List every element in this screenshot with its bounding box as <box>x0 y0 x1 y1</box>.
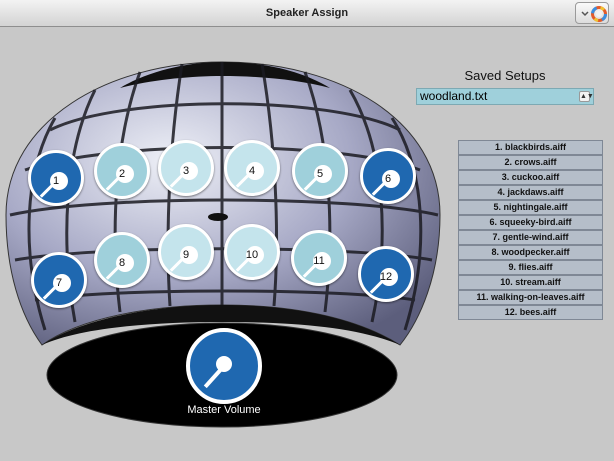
file-item-6[interactable]: 6. squeeky-bird.aiff <box>458 215 603 230</box>
speaker-number: 6 <box>384 173 392 185</box>
speaker-number: 4 <box>248 165 256 177</box>
stepper-arrows-icon: ▲▼ <box>579 91 594 102</box>
speaker-knob-2[interactable]: 2 <box>94 143 150 199</box>
file-item-9[interactable]: 9. flies.aiff <box>458 260 603 275</box>
file-item-4[interactable]: 4. jackdaws.aiff <box>458 185 603 200</box>
saved-setups-selected: woodland.txt <box>420 89 488 103</box>
speaker-knob-7[interactable]: 7 <box>31 252 87 308</box>
speaker-knob-4[interactable]: 4 <box>224 140 280 196</box>
file-item-1[interactable]: 1. blackbirds.aiff <box>458 140 603 155</box>
speaker-number: 9 <box>182 249 190 261</box>
speaker-knob-5[interactable]: 5 <box>292 143 348 199</box>
file-item-3[interactable]: 3. cuckoo.aiff <box>458 170 603 185</box>
sound-file-list: 1. blackbirds.aiff 2. crows.aiff 3. cuck… <box>458 140 603 320</box>
speaker-knob-8[interactable]: 8 <box>94 232 150 288</box>
file-item-12[interactable]: 12. bees.aiff <box>458 305 603 320</box>
speaker-number: 2 <box>118 168 126 180</box>
saved-setups-title: Saved Setups <box>464 68 546 83</box>
saved-setups-dropdown[interactable]: woodland.txt ▲▼ <box>416 88 594 105</box>
file-item-5[interactable]: 5. nightingale.aiff <box>458 200 603 215</box>
speaker-number: 11 <box>313 255 325 267</box>
file-item-10[interactable]: 10. stream.aiff <box>458 275 603 290</box>
file-item-7[interactable]: 7. gentle-wind.aiff <box>458 230 603 245</box>
master-volume-label: Master Volume <box>187 404 261 416</box>
speaker-number: 12 <box>379 271 393 283</box>
master-volume-knob[interactable] <box>186 328 262 404</box>
speaker-number: 3 <box>182 165 190 177</box>
speaker-number: 7 <box>55 277 63 289</box>
file-item-2[interactable]: 2. crows.aiff <box>458 155 603 170</box>
speaker-knob-9[interactable]: 9 <box>158 224 214 280</box>
speaker-number: 5 <box>316 168 324 180</box>
file-item-8[interactable]: 8. woodpecker.aiff <box>458 245 603 260</box>
speaker-knob-1[interactable]: 1 <box>28 150 84 206</box>
speaker-knob-6[interactable]: 6 <box>360 148 416 204</box>
knob-hub <box>216 356 232 372</box>
speaker-knob-11[interactable]: 11 <box>291 230 347 286</box>
speaker-knob-10[interactable]: 10 <box>224 224 280 280</box>
speaker-number: 10 <box>245 249 259 261</box>
speaker-knob-3[interactable]: 3 <box>158 140 214 196</box>
speaker-number: 8 <box>118 257 126 269</box>
speaker-knob-12[interactable]: 12 <box>358 246 414 302</box>
speaker-number: 1 <box>52 175 60 187</box>
file-item-11[interactable]: 11. walking-on-leaves.aiff <box>458 290 603 305</box>
